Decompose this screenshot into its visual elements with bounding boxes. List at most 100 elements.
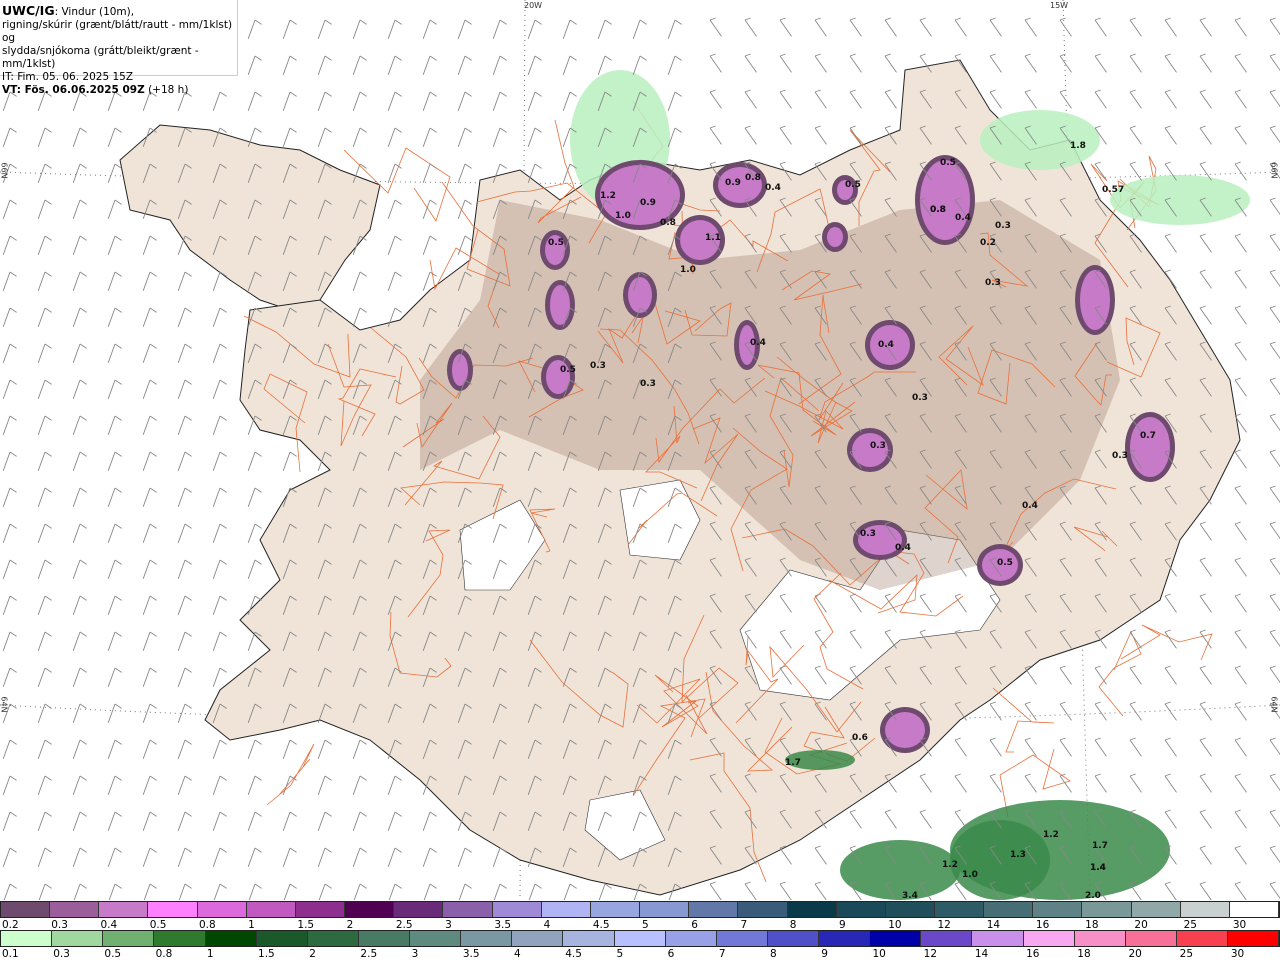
snow-legend-swatch xyxy=(934,902,985,917)
snow-legend-swatch xyxy=(345,902,395,917)
rain-legend-swatch xyxy=(563,931,615,946)
precip-value-label: 1.0 xyxy=(680,265,696,275)
precip-value-label: 3.4 xyxy=(902,891,918,900)
snow-legend-swatch xyxy=(885,902,935,917)
rain-legend-label: 0.8 xyxy=(155,948,173,960)
rain-legend-swatch xyxy=(205,931,257,946)
snow-area-core xyxy=(885,712,925,748)
precip-value-label: 0.4 xyxy=(955,213,971,223)
rain-legend-label: 6 xyxy=(667,948,675,960)
snow-legend-swatch xyxy=(1180,902,1230,917)
precip-value-label: 1.0 xyxy=(962,870,978,880)
precip-value-label: 0.5 xyxy=(1102,185,1118,195)
snow-legend-swatch xyxy=(836,902,886,917)
precip-value-label: 0.4 xyxy=(878,340,894,350)
rain-legend-label: 16 xyxy=(1026,948,1040,960)
rain-colorbar xyxy=(0,930,1280,947)
valid-time: VT: Fös. 06.06.2025 09Z xyxy=(2,84,145,96)
lead-time: (+18 h) xyxy=(144,84,189,96)
rain-legend-label: 3 xyxy=(411,948,419,960)
precip-value-label: 0.5 xyxy=(548,238,564,248)
snow-legend-swatch xyxy=(1,902,51,917)
rain-legend-label: 25 xyxy=(1179,948,1194,960)
precip-value-label: 1.2 xyxy=(600,191,616,201)
precip-value-label: 0.3 xyxy=(1112,451,1128,461)
rain-colorbar-labels: 0.1 0.3 0.5 0.8 1 1.5 2 2.5 3 3.5 4 4.5 5 6 7 8 9 10 12 14 1… xyxy=(0,947,1280,961)
precip-value-label: 7 xyxy=(1118,185,1124,195)
rain-legend-swatch xyxy=(256,931,308,946)
precip-value-label: 0.3 xyxy=(870,441,886,451)
rain-legend-swatch xyxy=(358,931,410,946)
rain-legend-label: 30 xyxy=(1230,948,1245,960)
precip-value-label: 2.0 xyxy=(1085,891,1101,900)
precip-value-label: 0.3 xyxy=(985,278,1001,288)
rain-legend-label: 9 xyxy=(821,948,828,960)
rain-legend-swatch xyxy=(614,931,666,946)
rain-area xyxy=(950,820,1050,900)
snow-legend-swatch xyxy=(443,902,493,917)
precip-value-label: 0.8 xyxy=(745,173,761,183)
rain-legend-label: 1.5 xyxy=(258,948,275,960)
precip-value-label: 0.3 xyxy=(590,361,606,371)
snow-legend-swatch xyxy=(689,902,739,917)
precip-value-label: 1.3 xyxy=(1010,850,1026,860)
rain-legend-label: 1 xyxy=(206,948,214,960)
snow-legend-swatch xyxy=(492,902,542,917)
precip-value-label: 0.8 xyxy=(930,205,946,215)
precip-value-label: 0.5 xyxy=(845,180,861,190)
weather-map: 1.2 1.0 0.9 0.8 1.1 1.0 0.9 0.8 0.4 0.5 0.5 0.8 0.4 0… xyxy=(0,0,1280,900)
title-line3: slydda/snjókoma (grátt/bleikt/grænt - mm… xyxy=(2,45,199,70)
snow-area-core xyxy=(827,227,843,247)
lon-label-20w: 20W xyxy=(524,1,543,10)
precip-value-label: 0.4 xyxy=(750,338,766,348)
snow-legend-swatch xyxy=(1131,902,1181,917)
rain-legend-swatch xyxy=(1,931,53,946)
precip-value-label: 0.9 xyxy=(725,178,741,188)
snow-legend-swatch xyxy=(1082,902,1132,917)
product-name: UWC/IG xyxy=(2,3,55,18)
title-line2: rigning/skúrir (grænt/blátt/rautt - mm/1… xyxy=(2,19,233,44)
snow-area-core xyxy=(1130,417,1170,477)
rain-legend: 0.1 0.3 0.5 0.8 1 1.5 2 2.5 3 3.5 4 4.5 5 6 7 8 9 10 12 14 1… xyxy=(0,930,1280,961)
rain-legend-label: 2 xyxy=(309,948,316,960)
snow-legend-swatch xyxy=(590,902,641,917)
rain-legend-swatch xyxy=(1074,931,1126,946)
snow-legend-swatch xyxy=(246,902,296,917)
rain-legend-swatch xyxy=(1228,931,1280,946)
precip-value-label: 0.4 xyxy=(1022,501,1038,511)
snow-legend-swatch xyxy=(394,902,444,917)
precip-value-label: 1.0 xyxy=(615,211,631,221)
rain-legend-label: 0.5 xyxy=(104,948,122,960)
snow-legend-swatch xyxy=(1229,902,1280,917)
snow-area-core xyxy=(1080,270,1110,330)
precip-value-label: 1.7 xyxy=(1092,841,1108,851)
rain-legend-swatch xyxy=(819,931,871,946)
rain-legend-swatch xyxy=(1176,931,1228,946)
snow-legend-swatch xyxy=(984,902,1034,917)
precip-value-label: 0.2 xyxy=(980,238,996,248)
precip-value-label: 1.2 xyxy=(1043,830,1059,840)
precip-value-label: 1.7 xyxy=(785,758,801,768)
snow-legend-swatch xyxy=(99,902,149,917)
rain-legend-label: 8 xyxy=(770,948,777,960)
lat-label-66n-right: 66N xyxy=(1269,162,1279,179)
rain-legend-swatch xyxy=(154,931,206,946)
precip-value-label: 0.3 xyxy=(995,221,1011,231)
rain-legend-swatch xyxy=(461,931,513,946)
precip-value-label: 0.3 xyxy=(912,393,928,403)
snow-legend-swatch xyxy=(1033,902,1083,917)
rain-legend-label: 0.1 xyxy=(2,948,19,960)
issue-time: IT: Fim. 05. 06. 2025 15Z xyxy=(2,71,134,83)
rain-legend-swatch xyxy=(52,931,104,946)
snow-area-core xyxy=(920,160,970,240)
rain-legend-swatch xyxy=(1023,931,1075,946)
rain-legend-swatch xyxy=(921,931,973,946)
rain-area xyxy=(840,840,960,900)
title-line1: : Vindur (10m), xyxy=(54,6,135,18)
snow-legend-swatch xyxy=(787,902,837,917)
snow-area-core xyxy=(628,277,652,313)
rain-legend-label: 18 xyxy=(1077,948,1091,960)
snow-area-core xyxy=(550,285,570,325)
precip-value-label: 0.4 xyxy=(765,183,781,193)
rain-legend-swatch xyxy=(665,931,717,946)
